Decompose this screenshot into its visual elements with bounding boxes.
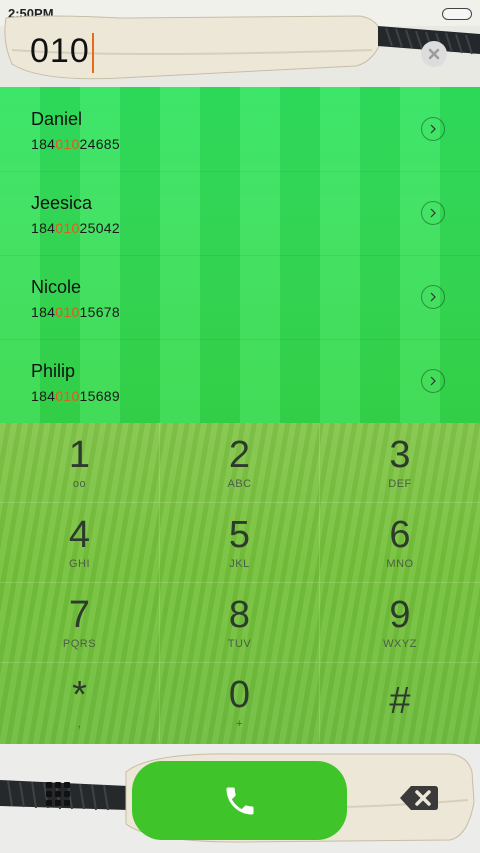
key-6[interactable]: 6 MNO bbox=[320, 503, 480, 583]
contact-row[interactable]: Jeesica 18401025042 bbox=[0, 171, 480, 256]
key-digit: 0 bbox=[228, 674, 251, 716]
key-digit: 1 bbox=[68, 433, 91, 476]
key-digit: 6 bbox=[389, 513, 411, 556]
dialpad-grid-icon[interactable] bbox=[44, 780, 72, 808]
chevron-right-icon[interactable] bbox=[421, 369, 445, 393]
voicemail-icon: oo bbox=[72, 477, 87, 490]
key-letters: PQRS bbox=[62, 637, 97, 650]
key-digit: * bbox=[72, 674, 87, 716]
key-digit: 8 bbox=[228, 593, 251, 636]
contact-row[interactable]: Daniel 18401024685 bbox=[0, 87, 480, 172]
dialed-number-text: 010 bbox=[30, 32, 90, 70]
contact-number: 18401015689 bbox=[31, 388, 120, 404]
key-3[interactable]: 3 DEF bbox=[320, 423, 480, 503]
contact-row[interactable]: Nicole 18401015678 bbox=[0, 255, 480, 340]
contact-row[interactable]: Philip 18401015689 bbox=[0, 339, 480, 423]
key-letters: MNO bbox=[386, 557, 414, 570]
contact-number: 18401025042 bbox=[31, 220, 120, 236]
contact-name: Daniel bbox=[31, 109, 83, 129]
key-letters: GHI bbox=[68, 557, 91, 570]
key-7[interactable]: 7 PQRS bbox=[0, 583, 160, 663]
key-letters: , bbox=[77, 718, 82, 730]
backspace-icon[interactable] bbox=[399, 784, 439, 812]
key-digit: 4 bbox=[68, 513, 91, 556]
key-digit: 7 bbox=[68, 593, 91, 636]
key-1[interactable]: 1 oo bbox=[0, 423, 160, 503]
contact-name: Nicole bbox=[31, 277, 82, 297]
dialpad: 1 oo 2 ABC 3 DEF 4 GHI 5 JKL 6 MNO 7 PQRS 8 TUV … bbox=[0, 423, 480, 744]
contact-results-list: Daniel 18401024685 Jeesica 18401025042 N… bbox=[0, 87, 480, 423]
text-cursor bbox=[91, 33, 94, 74]
clear-circle-icon[interactable] bbox=[421, 41, 447, 67]
call-button[interactable] bbox=[132, 761, 347, 840]
contact-name: Jeesica bbox=[31, 193, 93, 213]
key-digit: 9 bbox=[389, 593, 411, 636]
key-hash[interactable]: # bbox=[320, 663, 480, 743]
key-4[interactable]: 4 GHI bbox=[0, 503, 160, 583]
dialed-number[interactable]: 010 bbox=[30, 32, 94, 74]
key-0[interactable]: 0 + bbox=[160, 663, 320, 743]
key-letters: TUV bbox=[227, 637, 252, 650]
key-letters: DEF bbox=[388, 477, 412, 490]
phone-icon bbox=[226, 787, 253, 814]
key-letters: WXYZ bbox=[383, 637, 417, 650]
contact-name: Philip bbox=[31, 361, 76, 381]
key-letters: JKL bbox=[229, 557, 250, 570]
contact-number: 18401015678 bbox=[31, 304, 120, 320]
key-star[interactable]: *, bbox=[0, 663, 160, 743]
chevron-right-icon[interactable] bbox=[421, 201, 445, 225]
chevron-right-icon[interactable] bbox=[421, 285, 445, 309]
key-2[interactable]: 2 ABC bbox=[160, 423, 320, 503]
key-digit: 5 bbox=[228, 513, 251, 556]
key-9[interactable]: 9 WXYZ bbox=[320, 583, 480, 663]
key-5[interactable]: 5 JKL bbox=[160, 503, 320, 583]
key-letters: ABC bbox=[227, 477, 252, 490]
key-digit: 3 bbox=[389, 433, 411, 476]
dial-input-bar: 010 bbox=[0, 0, 480, 88]
key-digit: 2 bbox=[228, 433, 251, 476]
key-digit: # bbox=[389, 680, 411, 722]
key-letters: + bbox=[236, 718, 243, 730]
chevron-right-icon[interactable] bbox=[421, 117, 445, 141]
contact-number: 18401024685 bbox=[31, 136, 120, 152]
key-8[interactable]: 8 TUV bbox=[160, 583, 320, 663]
